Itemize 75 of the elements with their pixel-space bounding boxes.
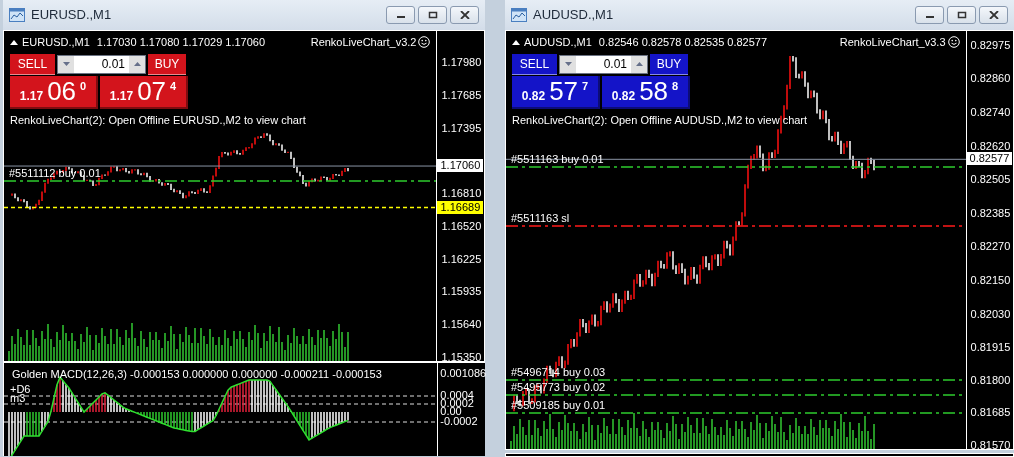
- price-tag: 1.17060: [437, 159, 484, 173]
- chart-symbol: EURUSD.,M1: [22, 35, 90, 50]
- restore-icon: [956, 11, 967, 19]
- price-pips: 57: [549, 77, 579, 104]
- buy-button[interactable]: BUY: [650, 53, 688, 75]
- ohlc-values: 1.17030 1.17080 1.17029 1.17060: [96, 35, 266, 50]
- buy-button[interactable]: BUY: [148, 53, 186, 75]
- axis-label: 0.82030: [970, 309, 1011, 321]
- close-button[interactable]: [450, 6, 479, 24]
- maximize-button[interactable]: [947, 6, 976, 24]
- axis-label: 1.15350: [441, 351, 482, 363]
- axis-label: 0.81570: [970, 440, 1011, 451]
- axis-label: 0.82975: [970, 40, 1011, 51]
- price-prefix: 0.82: [611, 87, 636, 105]
- axis-label: 0.81800: [970, 374, 1011, 386]
- axis-label: 0.82740: [970, 106, 1011, 118]
- ohlc-values: 0.82546 0.82578 0.82535 0.82577: [598, 35, 768, 50]
- indicator-title: Golden MACD(12,26,3) -0.000153 0.000000 0.000000 -0.000211 -0.000153: [12, 367, 382, 382]
- axis-label: 0.82620: [970, 141, 1011, 153]
- order-label: #5511112 buy 0.01: [9, 168, 101, 179]
- axis-label: 1.17980: [441, 57, 482, 68]
- price-fraction: 0: [80, 78, 87, 94]
- status-message: RenkoLiveChart(2): Open Offline EURUSD.,M2 to view chart: [10, 112, 307, 128]
- axis-label: 1.16225: [441, 253, 482, 265]
- price-tag: 0.82577: [966, 152, 1013, 166]
- level-label: +D6: [10, 384, 31, 395]
- price-pips: 07: [137, 77, 167, 104]
- restore-icon: [427, 11, 438, 19]
- indicator-name: RenkoLiveChart_v3.2: [310, 35, 417, 50]
- window-title: AUDUSD.,M1: [533, 6, 614, 25]
- sell-button[interactable]: SELL: [512, 53, 557, 75]
- indicator-name: RenkoLiveChart_v3.3: [839, 35, 946, 50]
- price-prefix: 1.17: [19, 87, 44, 105]
- axis-label: 0.82150: [970, 274, 1011, 286]
- price-pips: 06: [47, 77, 77, 104]
- minimize-button[interactable]: [386, 6, 415, 24]
- maximize-button[interactable]: [418, 6, 447, 24]
- price-fraction: 8: [672, 78, 679, 94]
- axis-label: 0.82505: [970, 173, 1011, 185]
- price-fraction: 7: [582, 78, 589, 94]
- chart-symbol: AUDUSD.,M1: [524, 35, 592, 50]
- order-label: #5511163 buy 0.01: [511, 154, 604, 165]
- axis-label: -0.0002: [440, 416, 478, 427]
- chart-window-icon: [9, 8, 25, 22]
- status-message: RenkoLiveChart(2): Open Offline AUDUSD.,M2 to view chart: [512, 112, 809, 128]
- price-prefix: 1.17: [109, 87, 134, 105]
- close-icon: [988, 11, 999, 19]
- axis-label: 0.81915: [970, 341, 1011, 353]
- close-icon: [459, 11, 470, 19]
- window-title: EURUSD.,M1: [31, 6, 112, 25]
- order-label: #5511163 sl: [511, 213, 570, 224]
- axis-label: 0.82385: [970, 207, 1011, 219]
- minimize-button[interactable]: [915, 6, 944, 24]
- close-button[interactable]: [979, 6, 1008, 24]
- price-fraction: 4: [170, 78, 177, 94]
- price-pips: 58: [639, 77, 669, 104]
- axis-label: 1.17685: [441, 90, 482, 102]
- price-prefix: 0.82: [521, 87, 546, 105]
- collapse-triangle-icon[interactable]: [512, 39, 520, 45]
- axis-label: 0.00: [440, 406, 462, 417]
- axis-label: 1.16810: [441, 188, 482, 200]
- smiley-icon: [418, 36, 431, 49]
- axis-label: 0.82860: [970, 72, 1011, 84]
- level-label: m3: [10, 393, 26, 404]
- axis-label: 0.82270: [970, 240, 1011, 252]
- sell-button[interactable]: SELL: [10, 53, 55, 75]
- axis-label: 0.81685: [970, 407, 1011, 419]
- axis-label: 1.15935: [441, 286, 482, 298]
- chart-window-icon: [511, 8, 527, 22]
- axis-label: 1.17395: [441, 122, 482, 134]
- axis-label: 1.15640: [441, 319, 482, 331]
- smiley-icon: [947, 36, 960, 49]
- price-tag: 1.16689: [437, 200, 484, 214]
- collapse-triangle-icon[interactable]: [10, 39, 18, 45]
- axis-label: 1.16520: [441, 220, 482, 232]
